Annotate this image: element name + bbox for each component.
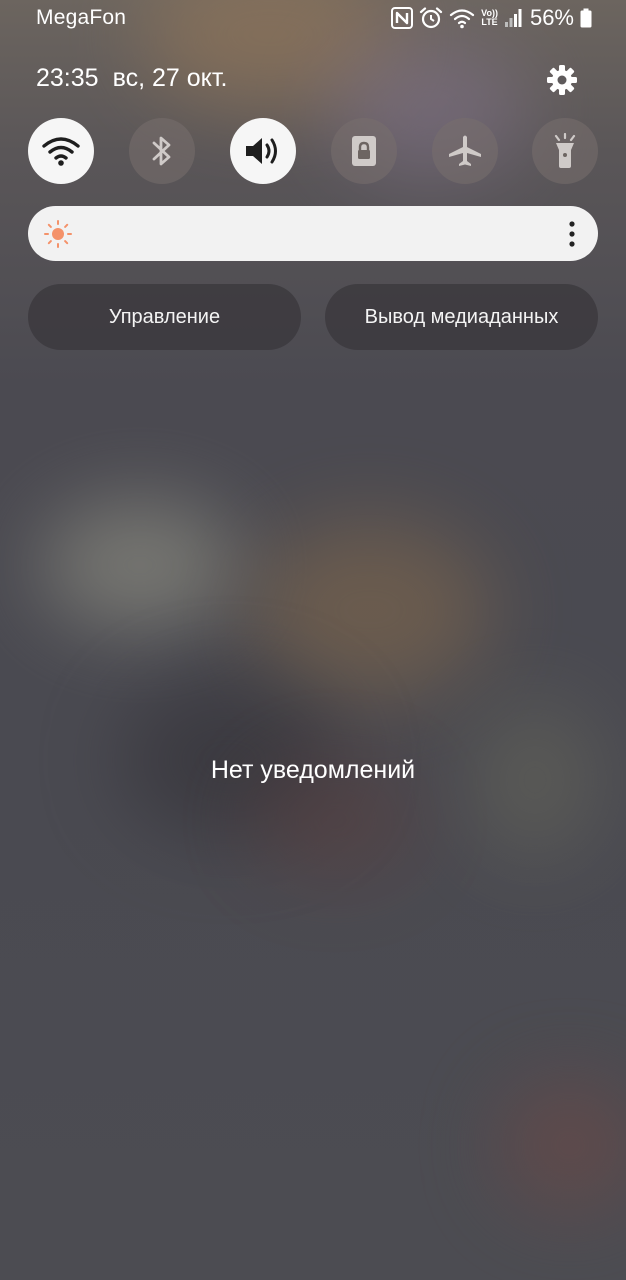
flashlight-icon bbox=[554, 133, 576, 168]
carrier-name: MegaFon bbox=[36, 6, 127, 29]
battery-icon bbox=[580, 8, 592, 28]
manage-button[interactable]: Управление bbox=[28, 284, 301, 350]
more-options-icon[interactable] bbox=[568, 220, 576, 248]
alarm-icon bbox=[420, 7, 443, 29]
media-output-button[interactable]: Вывод медиаданных bbox=[325, 284, 598, 350]
rotation-lock-tile[interactable] bbox=[331, 118, 397, 184]
nfc-icon bbox=[391, 7, 414, 29]
wifi-icon bbox=[450, 9, 475, 29]
airplane-mode-tile[interactable] bbox=[432, 118, 498, 184]
current-date: вс, 27 окт. bbox=[112, 64, 228, 92]
brightness-slider[interactable] bbox=[28, 206, 598, 261]
blurred-wallpaper bbox=[0, 0, 626, 1280]
flashlight-tile[interactable] bbox=[532, 118, 598, 184]
status-bar: MegaFon Vo)) LTE 56% bbox=[0, 0, 626, 36]
wifi-tile[interactable] bbox=[28, 118, 94, 184]
quick-settings-tiles bbox=[28, 118, 598, 184]
bluetooth-icon bbox=[152, 136, 171, 166]
date-time: 23:35 вс, 27 окт. bbox=[36, 64, 227, 93]
battery-percent: 56% bbox=[529, 5, 574, 30]
no-notifications-text: Нет уведомлений bbox=[210, 756, 416, 784]
signal-icon bbox=[504, 9, 522, 27]
clock-time: 23:35 bbox=[36, 64, 99, 92]
lock-icon bbox=[352, 136, 376, 166]
sound-tile[interactable] bbox=[230, 118, 296, 184]
volte-lte-icon: Vo)) LTE bbox=[481, 8, 498, 27]
wifi-icon bbox=[42, 137, 80, 166]
sound-icon bbox=[246, 138, 277, 164]
settings-gear-icon[interactable] bbox=[544, 62, 580, 98]
brightness-sun-icon bbox=[44, 220, 72, 248]
bluetooth-tile[interactable] bbox=[129, 118, 195, 184]
airplane-icon bbox=[449, 135, 481, 166]
